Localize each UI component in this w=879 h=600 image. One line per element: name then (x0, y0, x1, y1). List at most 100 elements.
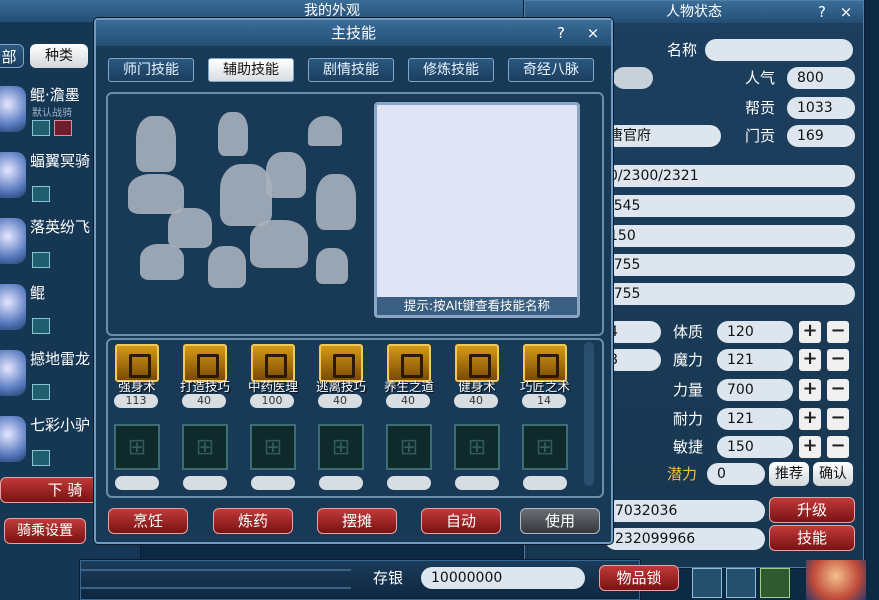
agility-value: 150 (717, 436, 793, 458)
empty-level-bar (251, 476, 295, 490)
mount-skill-icon (32, 318, 50, 334)
tab-sect-skills[interactable]: 师门技能 (108, 58, 194, 82)
constitution-value: 120 (717, 321, 793, 343)
tab-support-skills[interactable]: 辅助技能 (208, 58, 294, 82)
potential-label: 潜力 (667, 465, 698, 483)
skill-figure (136, 116, 176, 172)
status-help-button[interactable]: ? (813, 3, 831, 21)
item-lock-button[interactable]: 物品锁 (599, 565, 679, 591)
current-exp-value: 7032036 (605, 500, 765, 522)
mount-name: 撼地雷龙 (30, 350, 91, 368)
mount-avatar (0, 416, 26, 462)
tab-meridians[interactable]: 奇经八脉 (508, 58, 594, 82)
skill-name: 养生之道 (383, 379, 434, 394)
mount-settings-button[interactable]: 骑乘设置 (4, 518, 86, 544)
skill-level: 14 (522, 394, 566, 408)
constitution-minus-button[interactable]: − (827, 321, 849, 343)
stall-button[interactable]: 摆摊 (317, 508, 397, 534)
toolbar-icon-2[interactable] (726, 568, 756, 598)
mount-name: 鲲 (30, 284, 46, 302)
empty-skill-slot[interactable] (522, 424, 568, 470)
mount-name: 鲲·澹墨 (30, 86, 80, 104)
mount-item[interactable]: 蝠翼冥骑 (0, 148, 100, 212)
skill-name: 打造技巧 (179, 379, 230, 394)
toolbar-icon-3[interactable] (760, 568, 790, 598)
endurance-minus-button[interactable]: − (827, 408, 849, 430)
mount-item[interactable]: 七彩小驴 (0, 412, 100, 476)
strength-minus-button[interactable]: − (827, 379, 849, 401)
bottom-bar: 存银 10000000 物品锁 (80, 560, 679, 600)
empty-skill-slot[interactable] (250, 424, 296, 470)
skill-level: 40 (318, 394, 362, 408)
auto-button[interactable]: 自动 (421, 508, 501, 534)
skill-dialog-title: 主技能 (96, 20, 611, 46)
toolbar-icon-1[interactable] (692, 568, 722, 598)
stat-field-4: /755 (605, 254, 855, 276)
stat-field-3: 150 (605, 225, 855, 247)
skill-level: 113 (114, 394, 158, 408)
empty-level-bar (115, 476, 159, 490)
mount-item[interactable]: 撼地雷龙 (0, 346, 100, 410)
skill-level: 40 (182, 394, 226, 408)
guild-contribution-label: 帮贡 (745, 99, 776, 117)
mount-item[interactable]: 鲲·澹墨 默认战骑 (0, 82, 100, 146)
empty-skill-slot[interactable] (114, 424, 160, 470)
endurance-plus-button[interactable]: + (799, 408, 821, 430)
tab-story-skills[interactable]: 剧情技能 (308, 58, 394, 82)
mount-skill-icon (32, 384, 50, 400)
skill-name: 强身术 (118, 379, 156, 394)
mount-item[interactable]: 鲲 (0, 280, 100, 344)
empty-skill-slot[interactable] (386, 424, 432, 470)
cooking-button[interactable]: 烹饪 (108, 508, 188, 534)
agility-minus-button[interactable]: − (827, 436, 849, 458)
mount-avatar (0, 152, 26, 198)
skill-figure (316, 174, 356, 230)
skill-figure (128, 174, 184, 214)
skill-figure (218, 112, 248, 156)
main-skill-dialog: 主技能 ? × 师门技能 辅助技能 剧情技能 修炼技能 奇经八脉 提示:按Alt… (94, 18, 613, 544)
mount-default-label: 默认战骑 (32, 108, 72, 119)
endurance-label: 耐力 (673, 410, 704, 428)
skills-button[interactable]: 技能 (769, 525, 855, 551)
level-up-button[interactable]: 升级 (769, 497, 855, 523)
skill-name: 巧匠之术 (519, 379, 570, 394)
skill-grid-scrollbar[interactable] (584, 342, 594, 486)
mount-avatar (0, 284, 26, 330)
agility-plus-button[interactable]: + (799, 436, 821, 458)
sect-name: 唐官府 (605, 125, 721, 147)
mount-skill-icon (32, 450, 50, 466)
skill-close-button[interactable]: × (584, 24, 602, 42)
popularity-label: 人气 (745, 69, 776, 87)
tab-cultivation-skills[interactable]: 修炼技能 (408, 58, 494, 82)
mount-avatar (0, 350, 26, 396)
left-stat-2: 8 (605, 349, 661, 371)
constitution-plus-button[interactable]: + (799, 321, 821, 343)
left-stat-1: 4 (605, 321, 661, 343)
use-button[interactable]: 使用 (520, 508, 600, 534)
constitution-label: 体质 (673, 323, 704, 341)
strength-plus-button[interactable]: + (799, 379, 821, 401)
skill-figure (168, 208, 212, 248)
skill-figure (308, 116, 342, 146)
magic-plus-button[interactable]: + (799, 349, 821, 371)
tab-partial[interactable]: 部 (0, 44, 24, 68)
skill-level: 40 (454, 394, 498, 408)
empty-level-bar (455, 476, 499, 490)
confirm-button[interactable]: 确认 (813, 462, 853, 486)
stat-field-5: /755 (605, 283, 855, 305)
guild-contribution-value: 1033 (787, 97, 855, 119)
empty-skill-slot[interactable] (318, 424, 364, 470)
mount-item[interactable]: 落英纷飞 (0, 214, 100, 278)
empty-level-bar (183, 476, 227, 490)
tab-category[interactable]: 种类 (30, 44, 88, 68)
alchemy-button[interactable]: 炼药 (213, 508, 293, 534)
empty-skill-slot[interactable] (454, 424, 500, 470)
recommend-button[interactable]: 推荐 (769, 462, 809, 486)
mount-avatar (0, 86, 26, 132)
empty-skill-slot[interactable] (182, 424, 228, 470)
skill-help-button[interactable]: ? (552, 24, 570, 42)
magic-minus-button[interactable]: − (827, 349, 849, 371)
strength-label: 力量 (673, 381, 704, 399)
character-portrait-icon[interactable] (806, 560, 866, 600)
status-close-button[interactable]: × (837, 3, 855, 21)
